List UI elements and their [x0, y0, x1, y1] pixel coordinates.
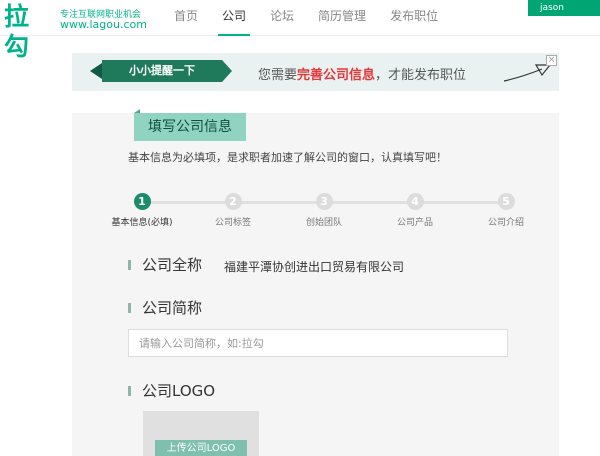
nav-forum[interactable]: 论坛	[270, 0, 294, 36]
short-name-input[interactable]	[128, 329, 508, 357]
upload-logo-button[interactable]: 上传公司LOGO	[155, 440, 247, 456]
step-label: 创始团队	[305, 218, 342, 228]
reminder-text-after: ，才能发布职位	[375, 68, 467, 83]
reminder-banner: 小小提醒一下 您需要完善公司信息，才能发布职位 ×	[72, 53, 559, 91]
step-label: 公司产品	[396, 218, 433, 228]
step-number: 3	[315, 193, 333, 210]
logo-upload-area[interactable]: 上传公司LOGO	[143, 411, 259, 456]
logo-mark: 拉勾	[4, 2, 31, 61]
step-progress: 1 基本信息(必填) 2 公司标签 3 创始团队 4 公司产品 5 公司介绍	[111, 193, 536, 233]
step-2[interactable]: 2 公司标签	[193, 193, 273, 228]
reminder-text-highlight: 完善公司信息	[297, 68, 376, 83]
form-title: 填写公司信息	[134, 109, 246, 141]
step-1[interactable]: 1 基本信息(必填)	[102, 193, 182, 228]
step-number: 2	[224, 193, 242, 210]
company-name-value: 福建平潭协创进出口贸易有限公司	[224, 260, 405, 274]
step-5[interactable]: 5 公司介绍	[466, 193, 546, 228]
close-icon[interactable]: ×	[546, 55, 557, 66]
company-name-label: 公司全称	[142, 256, 203, 274]
step-label: 公司标签	[214, 218, 251, 228]
step-number: 4	[406, 193, 424, 210]
section-marker	[128, 303, 131, 313]
company-info-form: 填写公司信息 基本信息为必填项，是求职者加速了解公司的窗口，认真填写吧！ 1 基…	[72, 109, 559, 456]
section-marker	[128, 386, 131, 396]
main-nav: 首页 公司 论坛 简历管理 发布职位	[162, 0, 450, 36]
user-menu[interactable]: jason	[528, 0, 600, 16]
logo-url: www.lagou.com	[60, 18, 147, 31]
form-intro: 基本信息为必填项，是求职者加速了解公司的窗口，认真填写吧！	[128, 151, 447, 164]
step-number: 5	[497, 193, 515, 210]
reminder-text-before: 您需要	[258, 68, 298, 83]
step-3[interactable]: 3 创始团队	[284, 193, 364, 228]
reminder-text: 您需要完善公司信息，才能发布职位	[258, 64, 466, 83]
nav-home[interactable]: 首页	[174, 0, 198, 36]
step-label: 基本信息(必填)	[111, 218, 173, 228]
step-4[interactable]: 4 公司产品	[375, 193, 455, 228]
nav-company[interactable]: 公司	[218, 0, 251, 36]
step-label: 公司介绍	[487, 218, 524, 228]
step-number: 1	[133, 193, 151, 210]
top-header: 拉勾 专注互联网职业机会 www.lagou.com 首页 公司 论坛 简历管理…	[0, 0, 600, 61]
logo-label: 公司LOGO	[142, 382, 216, 400]
nav-post-job[interactable]: 发布职位	[390, 0, 438, 36]
short-name-label: 公司简称	[142, 299, 203, 317]
section-marker	[128, 260, 131, 270]
reminder-ribbon: 小小提醒一下	[90, 60, 232, 82]
nav-resume-manage[interactable]: 简历管理	[318, 0, 366, 36]
